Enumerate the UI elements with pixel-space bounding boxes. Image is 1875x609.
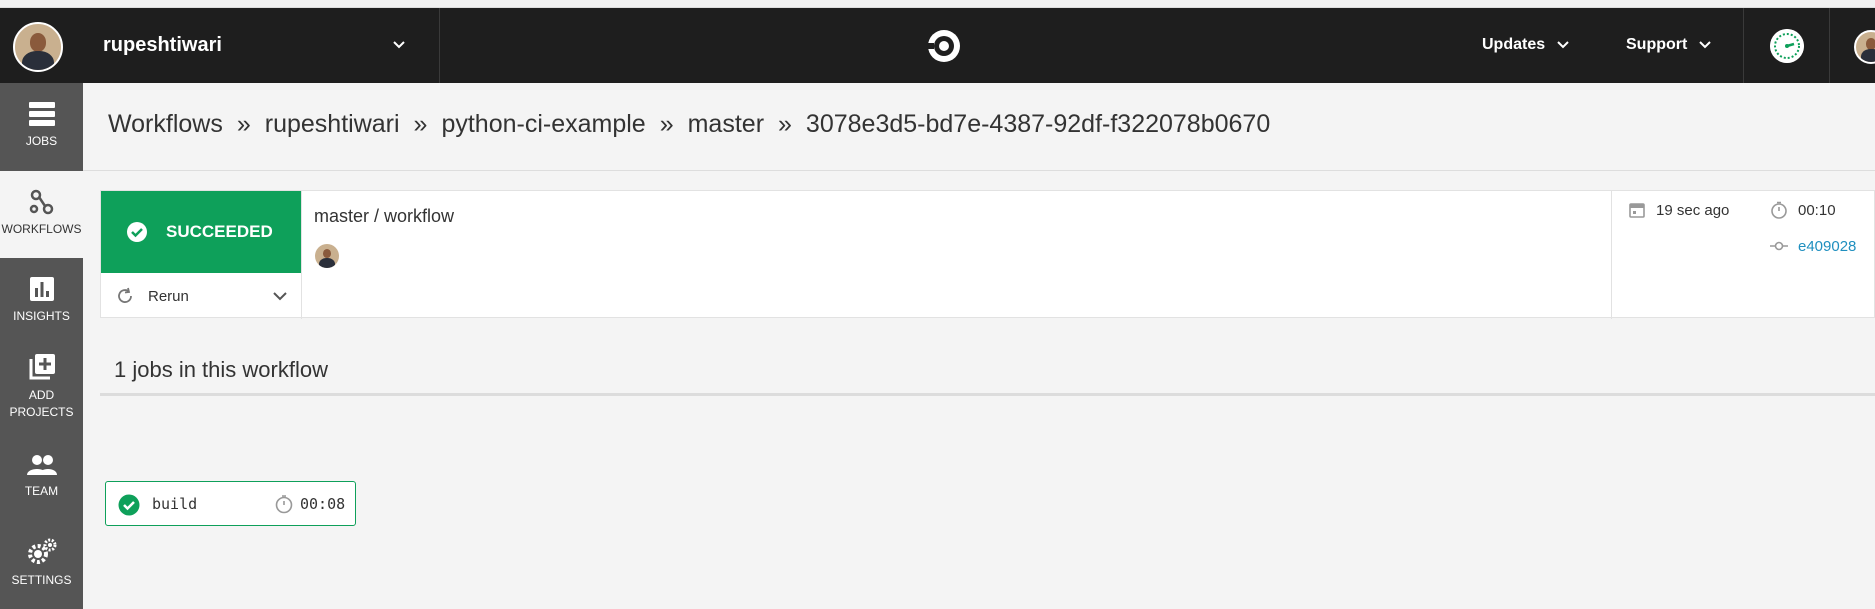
check-circle-icon — [118, 494, 140, 516]
breadcrumb-workflows[interactable]: Workflows — [108, 110, 223, 139]
sidebar-item-label: INSIGHTS — [13, 309, 70, 323]
support-label: Support — [1626, 36, 1688, 53]
add-projects-icon — [29, 354, 55, 380]
stopwatch-icon — [275, 495, 293, 514]
sidebar-item-label: SETTINGS — [11, 573, 72, 587]
sidebar-item-add-projects[interactable]: ADD PROJECTS — [0, 353, 83, 438]
breadcrumb-branch[interactable]: master — [688, 110, 764, 139]
breadcrumb-separator: » — [778, 110, 792, 138]
check-circle-icon — [127, 222, 147, 242]
breadcrumb-project[interactable]: python-ci-example — [441, 110, 645, 139]
sidebar-item-workflows[interactable]: WORKFLOWS — [0, 171, 83, 258]
status-badge: SUCCEEDED — [101, 191, 301, 273]
time-ago-label: 19 sec ago — [1656, 201, 1730, 219]
org-name[interactable]: rupeshtiwari — [103, 34, 222, 57]
speedometer-icon[interactable] — [1770, 29, 1804, 63]
breadcrumb-separator: » — [236, 110, 251, 138]
refresh-icon — [118, 287, 132, 303]
jobs-icon — [28, 102, 55, 126]
duration-label: 00:10 — [1798, 201, 1836, 219]
status-label: SUCCEEDED — [166, 222, 273, 241]
breadcrumb-separator: » — [413, 110, 428, 138]
sidebar-item-label: WORKFLOWS — [1, 222, 82, 236]
team-icon — [26, 455, 57, 475]
time-ago: 19 sec ago — [1628, 201, 1729, 219]
support-menu[interactable]: Support — [1626, 36, 1713, 54]
stopwatch-icon — [1771, 201, 1787, 219]
header-divider — [439, 8, 440, 83]
updates-menu[interactable]: Updates — [1482, 36, 1571, 54]
breadcrumb-org[interactable]: rupeshtiwari — [265, 110, 400, 139]
sidebar-item-insights[interactable]: INSIGHTS — [0, 276, 83, 346]
sidebar-item-label: JOBS — [25, 134, 58, 148]
card-divider — [301, 191, 302, 319]
breadcrumb: Workflows » rupeshtiwari » python-ci-exa… — [108, 110, 1270, 139]
sidebar-item-jobs[interactable]: JOBS — [0, 101, 83, 171]
job-name: build — [152, 495, 198, 513]
settings-icon — [27, 538, 56, 564]
chevron-down-icon — [1557, 41, 1569, 49]
sidebar-item-team[interactable]: TEAM — [0, 453, 83, 523]
header-divider-line — [83, 170, 1875, 171]
duration: 00:10 — [1770, 201, 1836, 219]
job-duration: 00:08 — [300, 495, 346, 513]
account-avatar[interactable] — [1854, 30, 1875, 64]
browser-strip — [0, 0, 1875, 8]
job-card[interactable]: build 00:08 — [105, 481, 356, 526]
sidebar: JOBS WORKFLOWS INSIGHTS ADD PROJECTS TEA… — [0, 83, 83, 609]
sidebar-item-label: TEAM — [24, 484, 59, 498]
updates-label: Updates — [1482, 36, 1546, 53]
calendar-icon — [1629, 203, 1645, 218]
sidebar-item-label: ADD — [28, 388, 55, 402]
workflow-title: master / workflow — [314, 206, 455, 226]
workflow-summary-card: SUCCEEDED Rerun master / workflow 19 sec… — [100, 190, 1875, 319]
author-avatar — [315, 244, 339, 268]
rerun-button[interactable]: Rerun — [101, 273, 301, 319]
breadcrumb-workflow-id: 3078e3d5-bd7e-4387-92df-f322078b0670 — [805, 110, 1271, 138]
chevron-down-icon[interactable] — [271, 287, 289, 305]
chevron-down-icon — [1699, 41, 1712, 49]
header-divider — [1829, 8, 1830, 83]
commit[interactable]: e409028 — [1770, 237, 1856, 255]
circleci-logo-icon[interactable] — [926, 28, 962, 64]
sidebar-item-label: PROJECTS — [9, 405, 74, 419]
jobs-heading: 1 jobs in this workflow — [114, 357, 328, 382]
chevron-down-icon[interactable] — [390, 36, 408, 54]
header-divider — [1743, 8, 1744, 83]
workflows-icon — [29, 189, 53, 215]
sidebar-item-settings[interactable]: SETTINGS — [0, 538, 83, 608]
commit-icon — [1770, 241, 1788, 251]
top-bar: rupeshtiwari Updates Support — [0, 8, 1875, 83]
jobs-divider — [100, 393, 1875, 396]
breadcrumb-separator: » — [659, 110, 674, 138]
insights-icon — [29, 277, 54, 301]
commit-hash[interactable]: e409028 — [1798, 238, 1856, 255]
card-divider — [1611, 191, 1612, 319]
user-avatar[interactable] — [13, 22, 63, 72]
rerun-label: Rerun — [148, 287, 189, 305]
